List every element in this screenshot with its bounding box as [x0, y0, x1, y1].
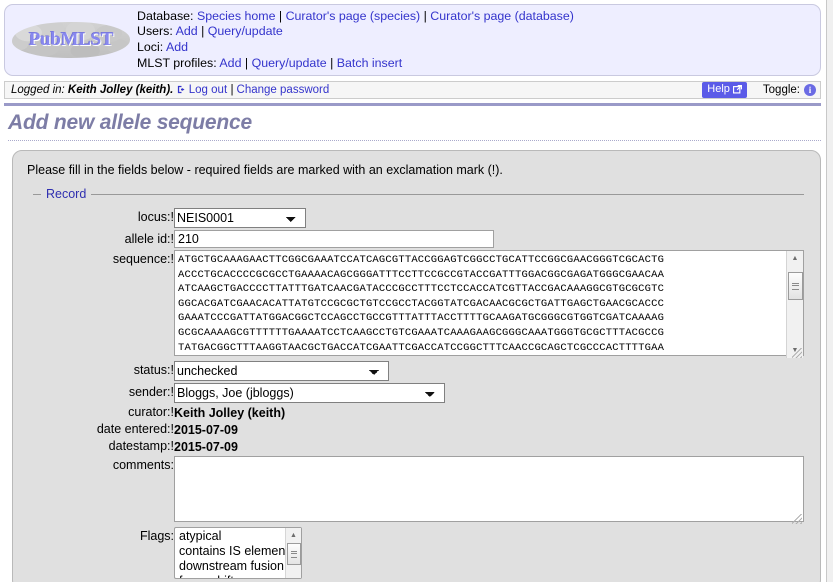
- label-sequence: sequence:!: [112, 252, 174, 266]
- header-navigation: Database: Species home | Curator's page …: [133, 6, 820, 74]
- logged-in-prefix: Logged in:: [11, 84, 65, 96]
- toggle-label: Toggle:: [762, 84, 800, 96]
- form-row-locus: locus:! NEIS0001: [33, 207, 804, 229]
- form-row-sender: sender:! Bloggs, Joe (jbloggs): [33, 382, 804, 404]
- logout-link[interactable]: Log out: [189, 84, 227, 96]
- title-top-rule: [4, 103, 821, 106]
- scroll-up-arrow-icon[interactable]: ▲: [787, 251, 803, 266]
- nav-label-database: Database:: [137, 8, 194, 23]
- status-select[interactable]: unchecked: [174, 361, 389, 381]
- nav-link-curators-page-species[interactable]: Curator's page (species): [286, 9, 421, 23]
- nav-separator: |: [420, 8, 431, 23]
- nav-link-users-add[interactable]: Add: [176, 24, 198, 38]
- flags-option[interactable]: atypical: [177, 529, 301, 544]
- nav-separator: |: [326, 55, 337, 70]
- nav-link-loci-add[interactable]: Add: [166, 40, 188, 54]
- comments-textarea[interactable]: [174, 456, 804, 522]
- logged-in-user: Keith Jolley (keith).: [67, 84, 174, 96]
- label-comments: comments:: [112, 458, 174, 472]
- flags-listbox-wrap: atypical contains IS element downstream …: [174, 527, 302, 579]
- form-instructions: Please fill in the fields below - requir…: [27, 163, 503, 177]
- nav-row-mlst-profiles: MLST profiles: Add | Query/update | Batc…: [137, 56, 820, 72]
- record-form-table: locus:! NEIS0001 allele id:! sequence:!: [33, 207, 804, 580]
- scroll-track[interactable]: [787, 266, 803, 343]
- scroll-thumb[interactable]: [286, 543, 301, 565]
- nav-label-users: Users:: [137, 24, 173, 39]
- date-entered-value: 2015-07-09: [174, 423, 238, 437]
- form-panel: Please fill in the fields below - requir…: [12, 150, 821, 582]
- flags-option[interactable]: frameshift: [177, 574, 301, 579]
- label-status: status:!: [133, 363, 174, 377]
- sender-select[interactable]: Bloggs, Joe (jbloggs): [174, 383, 445, 403]
- form-row-flags: Flags: atypical contains IS element down…: [33, 526, 804, 580]
- logo-text: PubMLST: [28, 29, 114, 50]
- form-row-allele-id: allele id:!: [33, 229, 804, 249]
- nav-link-curators-page-database[interactable]: Curator's page (database): [430, 9, 574, 23]
- nav-separator: |: [275, 8, 286, 23]
- help-button-label: Help: [707, 83, 730, 96]
- nav-row-loci: Loci: Add: [137, 40, 820, 56]
- nav-row-database: Database: Species home | Curator's page …: [137, 9, 820, 25]
- sequence-textarea-wrap: ATGCTGCAAAGAACTTCGGCGAAATCCATCAGCGTTACCG…: [174, 250, 804, 359]
- external-link-icon: [732, 84, 742, 94]
- login-info: Logged in: Keith Jolley (keith). Log out…: [11, 84, 329, 96]
- label-locus: locus:!: [137, 210, 174, 224]
- info-icon[interactable]: i: [804, 84, 816, 96]
- form-row-curator: curator:! Keith Jolley (keith): [33, 404, 804, 421]
- site-header: PubMLST Database: Species home | Curator…: [4, 4, 821, 76]
- allele-id-input[interactable]: [174, 230, 494, 248]
- change-password-link[interactable]: Change password: [237, 84, 330, 96]
- datestamp-value: 2015-07-09: [174, 440, 238, 454]
- label-sender: sender:!: [128, 385, 174, 399]
- locus-select[interactable]: NEIS0001: [174, 208, 306, 228]
- scroll-thumb[interactable]: [788, 272, 803, 300]
- comments-textarea-wrap: [174, 456, 804, 525]
- window-scrollbar[interactable]: [826, 0, 833, 582]
- form-row-status: status:! unchecked: [33, 360, 804, 382]
- nav-separator: |: [197, 24, 208, 39]
- label-allele-id: allele id:!: [124, 232, 174, 246]
- login-actions: Help Toggle: i: [702, 82, 816, 98]
- label-flags: Flags:: [139, 529, 174, 543]
- scroll-up-arrow-icon[interactable]: ▲: [286, 528, 301, 542]
- form-row-sequence: sequence:! ATGCTGCAAAGAACTTCGGCGAAATCCAT…: [33, 249, 804, 360]
- form-row-datestamp: datestamp:! 2015-07-09: [33, 438, 804, 455]
- login-status-bar: Logged in: Keith Jolley (keith). Log out…: [4, 81, 821, 99]
- login-separator: |: [230, 84, 234, 96]
- logo-container: PubMLST: [5, 22, 133, 58]
- flags-vertical-scrollbar[interactable]: ▲: [285, 528, 301, 578]
- toggle-control[interactable]: Toggle: i: [763, 84, 816, 96]
- flags-option[interactable]: downstream fusion: [177, 559, 301, 574]
- form-row-comments: comments:: [33, 455, 804, 526]
- resize-grip-icon[interactable]: [792, 514, 802, 524]
- nav-row-users: Users: Add | Query/update: [137, 24, 820, 40]
- nav-link-profiles-add[interactable]: Add: [219, 56, 241, 70]
- label-datestamp: datestamp:!: [108, 439, 174, 453]
- label-date-entered: date entered:!: [96, 422, 174, 436]
- nav-link-profiles-batch-insert[interactable]: Batch insert: [337, 56, 402, 70]
- nav-link-profiles-query-update[interactable]: Query/update: [252, 56, 327, 70]
- nav-link-species-home[interactable]: Species home: [197, 9, 276, 23]
- record-fieldset: Record locus:! NEIS0001 allele id:! 210 …: [33, 187, 804, 580]
- help-button[interactable]: Help: [702, 82, 747, 98]
- form-row-date-entered: date entered:! 2015-07-09: [33, 421, 804, 438]
- pubmlst-logo[interactable]: PubMLST: [12, 22, 130, 58]
- nav-link-users-query-update[interactable]: Query/update: [208, 24, 283, 38]
- flags-option[interactable]: contains IS element: [177, 544, 301, 559]
- sequence-vertical-scrollbar[interactable]: ▲ ▼: [786, 251, 803, 358]
- label-curator: curator:!: [128, 405, 174, 419]
- page-title: Add new allele sequence: [8, 111, 821, 141]
- nav-label-loci: Loci:: [137, 40, 164, 54]
- record-legend: Record: [46, 187, 87, 201]
- sequence-textarea[interactable]: ATGCTGCAAAGAACTTCGGCGAAATCCATCAGCGTTACCG…: [174, 250, 804, 356]
- nav-label-mlst-profiles: MLST profiles:: [137, 55, 217, 70]
- nav-separator: |: [241, 55, 252, 70]
- logout-icon[interactable]: [177, 84, 189, 96]
- curator-value: Keith Jolley (keith): [174, 406, 286, 420]
- resize-grip-icon[interactable]: [792, 348, 802, 358]
- flags-listbox[interactable]: atypical contains IS element downstream …: [174, 527, 302, 579]
